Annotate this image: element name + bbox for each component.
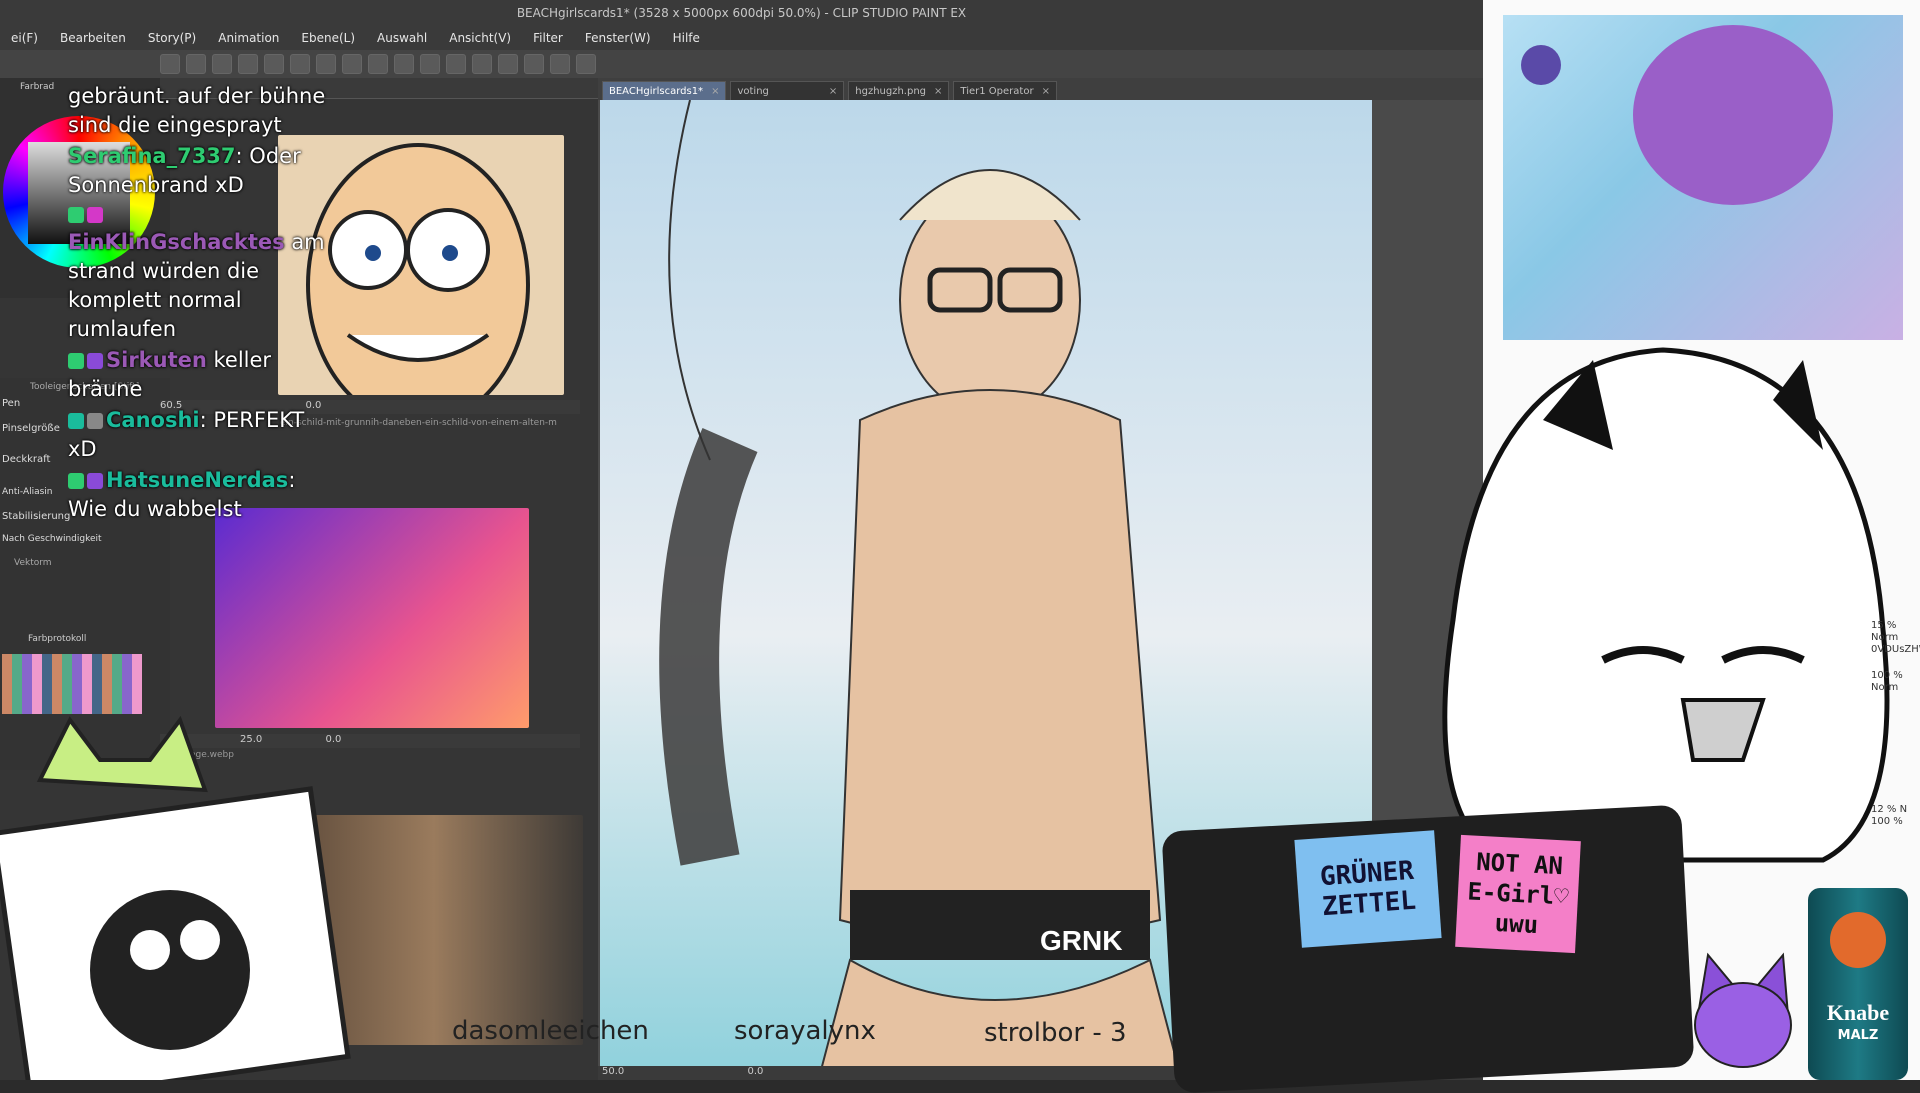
credit-2: sorayalynx: [734, 1016, 876, 1046]
chat-message: HatsuneNerdas: Wie du wabbelst: [68, 468, 296, 521]
beverage-can: Knabe MALZ: [1808, 888, 1908, 1080]
chat-message: gebräunt. auf der bühne sind die eingesp…: [68, 82, 338, 140]
fill-icon[interactable]: [368, 54, 388, 74]
ruler-icon[interactable]: [420, 54, 440, 74]
export-icon[interactable]: [264, 54, 284, 74]
brush-icon[interactable]: [498, 54, 518, 74]
chat-message: Sirkuten keller bräune: [68, 346, 338, 404]
close-icon[interactable]: ×: [1042, 86, 1050, 97]
window-title: BEACHgirlscards1* (3528 x 5000px 600dpi …: [516, 6, 967, 20]
tab-tier1-operator[interactable]: Tier1 Operator ×: [953, 81, 1057, 100]
credit-3: strolbor - 3: [984, 1018, 1127, 1048]
menu-bar: ei(F) Bearbeiten Story(P) Animation Eben…: [0, 26, 1483, 50]
chat-message: EinKlinGschacktes am strand würden die k…: [68, 228, 338, 344]
tab-beachgirlscards1[interactable]: BEACHgirlscards1* ×: [602, 81, 727, 100]
percent-4: Norm: [1871, 682, 1899, 693]
chat-username: HatsuneNerdas: [106, 468, 289, 492]
chat-message: Serafina_7337: Oder Sonnenbrand xD: [68, 144, 301, 197]
prime-badge-icon: [68, 473, 84, 489]
rot-bottom-value[interactable]: 0.0: [747, 1066, 763, 1077]
tab-label: Tier1 Operator: [960, 85, 1034, 97]
verified-badge-icon: [68, 413, 84, 429]
redo-icon[interactable]: [316, 54, 336, 74]
snap-icon[interactable]: [446, 54, 466, 74]
percent-1: 15 % Norm: [1871, 620, 1899, 643]
menu-layer[interactable]: Ebene(L): [290, 31, 366, 45]
tab-label: BEACHgirlscards1*: [609, 85, 704, 97]
chat-username: Sirkuten: [106, 348, 207, 372]
sticky-note-egirl: NOT AN E-Girl♡ uwu: [1455, 834, 1581, 954]
can-logo-icon: [1830, 912, 1886, 968]
pen-icon[interactable]: [472, 54, 492, 74]
prime-badge-icon: [68, 353, 84, 369]
menu-view[interactable]: Ansicht(V): [438, 31, 522, 45]
chat-text: gebräunt. auf der bühne sind die eingesp…: [68, 84, 326, 137]
character-hair: [1633, 25, 1833, 205]
subscriber-badge-icon: [87, 207, 103, 223]
menu-window[interactable]: Fenster(W): [574, 31, 662, 45]
tab-label: voting: [737, 85, 769, 97]
vector-label: Vektorm: [14, 558, 52, 568]
menu-animation[interactable]: Animation: [207, 31, 290, 45]
open-file-icon[interactable]: [212, 54, 232, 74]
tab-voting[interactable]: voting ×: [730, 81, 845, 100]
percent-3: 100 %: [1871, 670, 1903, 681]
menu-selection[interactable]: Auswahl: [366, 31, 438, 45]
new-canvas-icon[interactable]: [186, 54, 206, 74]
compass-icon: [1521, 45, 1561, 85]
chat-text: Wie du wabbelst: [68, 497, 242, 521]
purple-cat-figure: [1688, 935, 1798, 1080]
menu-icon[interactable]: [160, 54, 180, 74]
after-speed-label[interactable]: Nach Geschwindigkeit: [0, 522, 170, 544]
menu-filter[interactable]: Filter: [522, 31, 574, 45]
document-icon[interactable]: [550, 54, 570, 74]
transform-icon[interactable]: [394, 54, 414, 74]
tab-hgzhugzh[interactable]: hgzhugzh.png ×: [848, 81, 950, 100]
stream-chat: gebräunt. auf der bühne sind die eingesp…: [68, 82, 338, 524]
chat-badges: [68, 200, 338, 228]
subscriber-badge-icon: [87, 473, 103, 489]
sticky-text: GRÜNER ZETTEL: [1319, 855, 1417, 923]
document-tabs: BEACHgirlscards1* × voting × hgzhugzh.png ×…: [598, 78, 1483, 100]
undo-icon[interactable]: [290, 54, 310, 74]
close-icon[interactable]: ×: [934, 86, 942, 97]
chat-username: Serafina_7337: [68, 144, 236, 168]
menu-edit[interactable]: Bearbeiten: [49, 31, 137, 45]
menu-help[interactable]: Hilfe: [662, 31, 711, 45]
percent-6: 100 %: [1871, 816, 1903, 827]
zoom-bottom-value[interactable]: 50.0: [602, 1066, 624, 1077]
color-history-label: Farbprotokoll: [28, 634, 87, 644]
close-icon[interactable]: ×: [711, 86, 719, 97]
reference-artwork: [1503, 15, 1903, 340]
chat-username: EinKlinGschacktes: [68, 230, 285, 254]
credit-1: dasomleeichen: [452, 1016, 649, 1046]
menu-story[interactable]: Story(P): [137, 31, 207, 45]
menu-file[interactable]: ei(F): [0, 31, 49, 45]
help-icon[interactable]: [576, 54, 596, 74]
save-icon[interactable]: [238, 54, 258, 74]
can-subbrand: MALZ: [1837, 1028, 1879, 1043]
side-layer-percent: 15 % Norm 0VDUsZHWs 100 % Norm 12 % N 10…: [1871, 620, 1920, 828]
chat-message: Canoshi: PERFEKT xD: [68, 408, 305, 461]
webcam-streamer-1: [215, 508, 529, 728]
command-toolbar: [0, 50, 1483, 78]
close-icon[interactable]: ×: [829, 86, 837, 97]
prime-badge-icon: [68, 207, 84, 223]
percent-5: 12 % N: [1871, 804, 1908, 815]
subscriber-badge-icon: [87, 413, 103, 429]
tab-label: hgzhugzh.png: [855, 85, 927, 97]
pencil-icon[interactable]: [524, 54, 544, 74]
can-brand: Knabe: [1826, 1000, 1890, 1025]
washing-machine-mascot: [0, 700, 360, 1093]
sticky-text: NOT AN E-Girl♡ uwu: [1466, 847, 1570, 940]
shorts-logo: GRNK: [1040, 925, 1122, 956]
chat-username: Canoshi: [106, 408, 200, 432]
subscriber-badge-icon: [87, 353, 103, 369]
sticky-note-green: GRÜNER ZETTEL: [1294, 830, 1442, 948]
percent-2: 0VDUsZHWs: [1871, 644, 1920, 655]
loading-icon[interactable]: [342, 54, 362, 74]
window-title-bar: BEACHgirlscards1* (3528 x 5000px 600dpi …: [0, 0, 1483, 26]
